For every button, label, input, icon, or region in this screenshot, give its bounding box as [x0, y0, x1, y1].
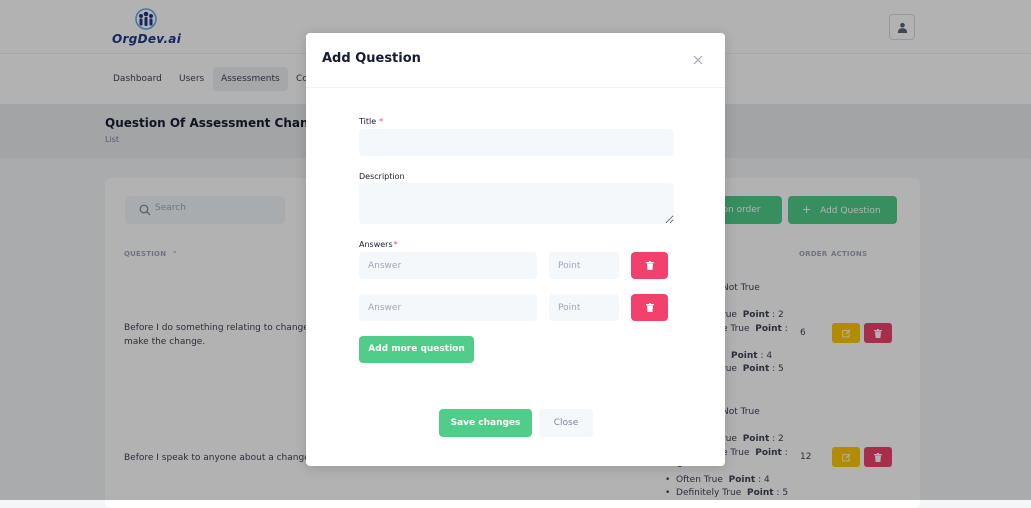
- delete-answer-button[interactable]: [631, 252, 668, 279]
- title-input[interactable]: [359, 129, 674, 156]
- answer-input[interactable]: [359, 294, 537, 321]
- add-more-question-button[interactable]: Add more question: [359, 336, 474, 363]
- close-button[interactable]: Close: [539, 409, 593, 437]
- answer-input[interactable]: [359, 252, 537, 279]
- required-mark: *: [393, 240, 398, 249]
- close-icon[interactable]: [692, 54, 704, 66]
- trash-icon: [645, 303, 654, 312]
- add-question-modal: Add Question Title * Description Answers*…: [306, 33, 725, 466]
- required-mark: *: [379, 117, 384, 126]
- description-textarea[interactable]: [359, 183, 674, 224]
- delete-answer-button[interactable]: [631, 294, 668, 321]
- point-input[interactable]: [549, 252, 619, 279]
- modal-title: Add Question: [322, 51, 421, 66]
- title-label: Title *: [359, 117, 384, 126]
- point-input[interactable]: [549, 294, 619, 321]
- modal-header: Add Question: [306, 33, 725, 88]
- save-changes-button[interactable]: Save changes: [439, 409, 532, 437]
- answers-label: Answers*: [359, 240, 398, 249]
- description-label: Description: [359, 172, 405, 181]
- trash-icon: [645, 261, 654, 270]
